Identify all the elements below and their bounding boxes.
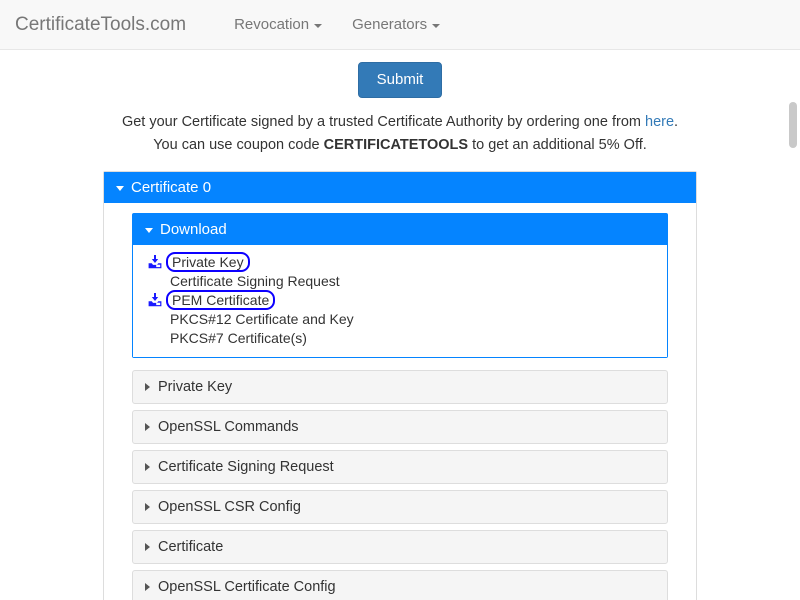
section-certificate-signing-request[interactable]: Certificate Signing Request xyxy=(132,450,668,485)
section-openssl-csr-config-label: OpenSSL CSR Config xyxy=(158,499,301,516)
chevron-down-icon xyxy=(432,23,441,28)
download-icon-placeholder xyxy=(147,272,167,290)
download-panel: Download Private Key Certificate Signing… xyxy=(132,213,668,359)
chevron-right-icon xyxy=(145,383,150,392)
certificate-0-title: Certificate 0 xyxy=(131,179,212,197)
download-panel-body: Private Key Certificate Signing Request xyxy=(133,245,667,358)
submit-button[interactable]: Submit xyxy=(357,62,443,99)
promo-line-2-prefix: You can use coupon code xyxy=(153,136,324,153)
download-panel-header[interactable]: Download xyxy=(133,214,667,246)
navbar-links: Revocation Generators xyxy=(219,0,455,50)
chevron-down-icon xyxy=(145,228,153,234)
nav-item-generators[interactable]: Generators xyxy=(337,0,455,50)
page-content: Submit Get your Certificate signed by a … xyxy=(0,50,800,600)
promo-text: Get your Certificate signed by a trusted… xyxy=(0,111,800,156)
download-icon-placeholder xyxy=(147,310,167,328)
page-scrollbar[interactable] xyxy=(785,100,800,600)
ca-order-link[interactable]: here xyxy=(645,114,674,130)
certificate-0-body: Download Private Key Certificate Signing… xyxy=(104,203,696,600)
navbar: CertificateTools.com Revocation Generato… xyxy=(0,0,800,50)
section-private-key[interactable]: Private Key xyxy=(132,370,668,405)
coupon-code: CERTIFICATETOOLS xyxy=(323,136,469,153)
promo-line-2: You can use coupon code CERTIFICATETOOLS… xyxy=(0,134,800,156)
site-brand[interactable]: CertificateTools.com xyxy=(15,0,201,50)
download-row: Certificate Signing Request xyxy=(133,272,667,290)
promo-line-1-text: Get your Certificate signed by a trusted… xyxy=(121,114,645,131)
download-link-csr[interactable]: Certificate Signing Request xyxy=(167,272,343,290)
promo-line-2-suffix: to get an additional 5% Off. xyxy=(468,136,647,153)
download-row: PKCS#12 Certificate and Key xyxy=(133,310,667,328)
certificate-0-header[interactable]: Certificate 0 xyxy=(104,172,696,204)
section-openssl-certificate-config-label: OpenSSL Certificate Config xyxy=(158,579,336,596)
download-icon[interactable] xyxy=(147,291,167,309)
section-openssl-commands-label: OpenSSL Commands xyxy=(158,419,299,436)
scrollbar-thumb[interactable] xyxy=(789,102,797,148)
download-panel-title: Download xyxy=(160,221,227,239)
nav-item-revocation[interactable]: Revocation xyxy=(219,0,337,50)
chevron-right-icon xyxy=(145,583,150,592)
download-link-pem-certificate[interactable]: PEM Certificate xyxy=(166,290,276,311)
section-certificate[interactable]: Certificate xyxy=(132,530,668,565)
download-row: PEM Certificate xyxy=(133,290,667,311)
section-private-key-label: Private Key xyxy=(158,379,233,396)
download-row: Private Key xyxy=(133,252,667,273)
section-openssl-csr-config[interactable]: OpenSSL CSR Config xyxy=(132,490,668,525)
promo-line-1: Get your Certificate signed by a trusted… xyxy=(0,111,800,133)
certificate-sections-list: Private Key OpenSSL Commands Certificate… xyxy=(118,370,682,600)
download-link-pkcs7[interactable]: PKCS#7 Certificate(s) xyxy=(167,329,310,347)
chevron-right-icon xyxy=(145,423,150,432)
chevron-right-icon xyxy=(145,503,150,512)
certificate-0-panel: Certificate 0 Download Private Key Certi… xyxy=(103,171,697,600)
download-link-private-key[interactable]: Private Key xyxy=(166,252,250,273)
download-row: PKCS#7 Certificate(s) xyxy=(133,329,667,347)
download-icon[interactable] xyxy=(147,253,167,271)
section-certificate-label: Certificate xyxy=(158,539,224,556)
promo-line-1-period: . xyxy=(674,114,679,131)
chevron-right-icon xyxy=(145,463,150,472)
chevron-down-icon xyxy=(116,186,124,192)
nav-item-generators-label: Generators xyxy=(352,15,428,33)
section-csr-label: Certificate Signing Request xyxy=(158,459,334,476)
chevron-down-icon xyxy=(314,23,323,28)
section-openssl-commands[interactable]: OpenSSL Commands xyxy=(132,410,668,445)
download-icon-placeholder xyxy=(147,329,167,347)
download-link-pkcs12[interactable]: PKCS#12 Certificate and Key xyxy=(167,310,357,328)
chevron-right-icon xyxy=(145,543,150,552)
section-openssl-certificate-config[interactable]: OpenSSL Certificate Config xyxy=(132,570,668,600)
submit-row: Submit xyxy=(0,50,800,99)
nav-item-revocation-label: Revocation xyxy=(234,15,310,33)
